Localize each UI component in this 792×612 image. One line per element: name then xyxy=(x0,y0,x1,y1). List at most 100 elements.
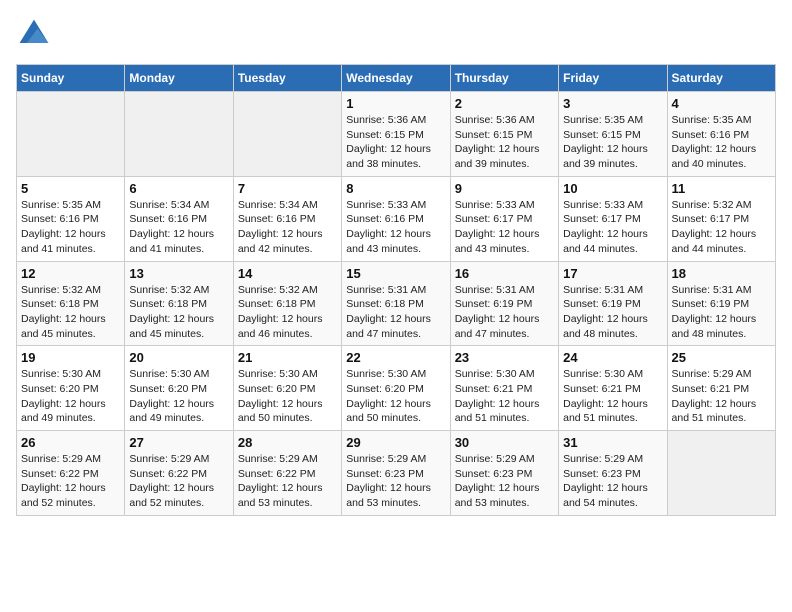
calendar-cell: 23 Sunrise: 5:30 AM Sunset: 6:21 PM Dayli… xyxy=(450,346,558,431)
day-of-week-header: Wednesday xyxy=(342,65,450,92)
day-detail: Sunrise: 5:35 AM Sunset: 6:16 PM Dayligh… xyxy=(672,113,771,172)
calendar-cell: 18 Sunrise: 5:31 AM Sunset: 6:19 PM Dayli… xyxy=(667,261,775,346)
calendar-week-row: 19 Sunrise: 5:30 AM Sunset: 6:20 PM Dayli… xyxy=(17,346,776,431)
day-detail: Sunrise: 5:35 AM Sunset: 6:16 PM Dayligh… xyxy=(21,198,120,257)
calendar-cell: 31 Sunrise: 5:29 AM Sunset: 6:23 PM Dayli… xyxy=(559,431,667,516)
day-detail: Sunrise: 5:30 AM Sunset: 6:20 PM Dayligh… xyxy=(129,367,228,426)
day-number: 29 xyxy=(346,435,445,450)
day-detail: Sunrise: 5:33 AM Sunset: 6:17 PM Dayligh… xyxy=(455,198,554,257)
day-number: 13 xyxy=(129,266,228,281)
day-of-week-header: Monday xyxy=(125,65,233,92)
day-number: 30 xyxy=(455,435,554,450)
calendar-cell: 20 Sunrise: 5:30 AM Sunset: 6:20 PM Dayli… xyxy=(125,346,233,431)
day-number: 2 xyxy=(455,96,554,111)
day-number: 18 xyxy=(672,266,771,281)
calendar-week-row: 26 Sunrise: 5:29 AM Sunset: 6:22 PM Dayli… xyxy=(17,431,776,516)
day-detail: Sunrise: 5:30 AM Sunset: 6:20 PM Dayligh… xyxy=(346,367,445,426)
day-detail: Sunrise: 5:30 AM Sunset: 6:20 PM Dayligh… xyxy=(238,367,337,426)
day-number: 19 xyxy=(21,350,120,365)
day-number: 17 xyxy=(563,266,662,281)
day-number: 8 xyxy=(346,181,445,196)
day-detail: Sunrise: 5:29 AM Sunset: 6:22 PM Dayligh… xyxy=(129,452,228,511)
day-number: 1 xyxy=(346,96,445,111)
calendar-cell: 7Sunrise: 5:34 AM Sunset: 6:16 PM Daylig… xyxy=(233,176,341,261)
calendar-cell: 3 Sunrise: 5:35 AM Sunset: 6:15 PM Daylig… xyxy=(559,92,667,177)
day-number: 12 xyxy=(21,266,120,281)
calendar-cell: 27 Sunrise: 5:29 AM Sunset: 6:22 PM Dayli… xyxy=(125,431,233,516)
calendar-cell: 30Sunrise: 5:29 AM Sunset: 6:23 PM Dayli… xyxy=(450,431,558,516)
day-detail: Sunrise: 5:31 AM Sunset: 6:19 PM Dayligh… xyxy=(455,283,554,342)
calendar-cell: 21 Sunrise: 5:30 AM Sunset: 6:20 PM Dayli… xyxy=(233,346,341,431)
calendar-cell: 29Sunrise: 5:29 AM Sunset: 6:23 PM Dayli… xyxy=(342,431,450,516)
calendar-cell: 14 Sunrise: 5:32 AM Sunset: 6:18 PM Dayli… xyxy=(233,261,341,346)
logo-icon xyxy=(16,16,52,52)
day-detail: Sunrise: 5:31 AM Sunset: 6:18 PM Dayligh… xyxy=(346,283,445,342)
day-number: 15 xyxy=(346,266,445,281)
calendar-cell: 24 Sunrise: 5:30 AM Sunset: 6:21 PM Dayli… xyxy=(559,346,667,431)
day-of-week-header: Thursday xyxy=(450,65,558,92)
calendar-cell: 26 Sunrise: 5:29 AM Sunset: 6:22 PM Dayli… xyxy=(17,431,125,516)
day-number: 27 xyxy=(129,435,228,450)
calendar-cell xyxy=(17,92,125,177)
day-header-row: SundayMondayTuesdayWednesdayThursdayFrid… xyxy=(17,65,776,92)
day-number: 10 xyxy=(563,181,662,196)
calendar-cell: 12 Sunrise: 5:32 AM Sunset: 6:18 PM Dayli… xyxy=(17,261,125,346)
day-number: 7 xyxy=(238,181,337,196)
day-of-week-header: Saturday xyxy=(667,65,775,92)
calendar-cell: 25 Sunrise: 5:29 AM Sunset: 6:21 PM Dayli… xyxy=(667,346,775,431)
calendar-cell: 1 Sunrise: 5:36 AM Sunset: 6:15 PM Daylig… xyxy=(342,92,450,177)
calendar-cell: 10 Sunrise: 5:33 AM Sunset: 6:17 PM Dayli… xyxy=(559,176,667,261)
day-detail: Sunrise: 5:29 AM Sunset: 6:22 PM Dayligh… xyxy=(238,452,337,511)
day-detail: Sunrise: 5:32 AM Sunset: 6:18 PM Dayligh… xyxy=(21,283,120,342)
calendar-week-row: 12 Sunrise: 5:32 AM Sunset: 6:18 PM Dayli… xyxy=(17,261,776,346)
calendar-cell: 15 Sunrise: 5:31 AM Sunset: 6:18 PM Dayli… xyxy=(342,261,450,346)
calendar-cell: 16 Sunrise: 5:31 AM Sunset: 6:19 PM Dayli… xyxy=(450,261,558,346)
calendar-cell: 2Sunrise: 5:36 AM Sunset: 6:15 PM Daylig… xyxy=(450,92,558,177)
day-number: 6 xyxy=(129,181,228,196)
day-detail: Sunrise: 5:29 AM Sunset: 6:22 PM Dayligh… xyxy=(21,452,120,511)
day-number: 11 xyxy=(672,181,771,196)
day-detail: Sunrise: 5:35 AM Sunset: 6:15 PM Dayligh… xyxy=(563,113,662,172)
page-header xyxy=(16,16,776,52)
calendar-cell: 17Sunrise: 5:31 AM Sunset: 6:19 PM Dayli… xyxy=(559,261,667,346)
day-number: 26 xyxy=(21,435,120,450)
calendar-cell: 8 Sunrise: 5:33 AM Sunset: 6:16 PM Daylig… xyxy=(342,176,450,261)
calendar-table: SundayMondayTuesdayWednesdayThursdayFrid… xyxy=(16,64,776,516)
day-number: 16 xyxy=(455,266,554,281)
day-detail: Sunrise: 5:34 AM Sunset: 6:16 PM Dayligh… xyxy=(129,198,228,257)
day-of-week-header: Friday xyxy=(559,65,667,92)
day-number: 5 xyxy=(21,181,120,196)
day-detail: Sunrise: 5:31 AM Sunset: 6:19 PM Dayligh… xyxy=(672,283,771,342)
day-number: 20 xyxy=(129,350,228,365)
day-number: 21 xyxy=(238,350,337,365)
day-detail: Sunrise: 5:36 AM Sunset: 6:15 PM Dayligh… xyxy=(346,113,445,172)
calendar-cell: 6 Sunrise: 5:34 AM Sunset: 6:16 PM Daylig… xyxy=(125,176,233,261)
calendar-cell xyxy=(233,92,341,177)
day-detail: Sunrise: 5:32 AM Sunset: 6:17 PM Dayligh… xyxy=(672,198,771,257)
day-detail: Sunrise: 5:33 AM Sunset: 6:16 PM Dayligh… xyxy=(346,198,445,257)
day-detail: Sunrise: 5:29 AM Sunset: 6:23 PM Dayligh… xyxy=(563,452,662,511)
calendar-cell: 5 Sunrise: 5:35 AM Sunset: 6:16 PM Daylig… xyxy=(17,176,125,261)
day-number: 14 xyxy=(238,266,337,281)
calendar-cell: 11 Sunrise: 5:32 AM Sunset: 6:17 PM Dayli… xyxy=(667,176,775,261)
day-detail: Sunrise: 5:30 AM Sunset: 6:21 PM Dayligh… xyxy=(455,367,554,426)
calendar-cell: 28Sunrise: 5:29 AM Sunset: 6:22 PM Dayli… xyxy=(233,431,341,516)
calendar-cell xyxy=(125,92,233,177)
day-number: 3 xyxy=(563,96,662,111)
calendar-cell: 22Sunrise: 5:30 AM Sunset: 6:20 PM Dayli… xyxy=(342,346,450,431)
day-number: 31 xyxy=(563,435,662,450)
day-number: 23 xyxy=(455,350,554,365)
calendar-cell xyxy=(667,431,775,516)
day-detail: Sunrise: 5:30 AM Sunset: 6:21 PM Dayligh… xyxy=(563,367,662,426)
day-number: 9 xyxy=(455,181,554,196)
calendar-cell: 9 Sunrise: 5:33 AM Sunset: 6:17 PM Daylig… xyxy=(450,176,558,261)
day-detail: Sunrise: 5:29 AM Sunset: 6:21 PM Dayligh… xyxy=(672,367,771,426)
day-detail: Sunrise: 5:33 AM Sunset: 6:17 PM Dayligh… xyxy=(563,198,662,257)
day-detail: Sunrise: 5:30 AM Sunset: 6:20 PM Dayligh… xyxy=(21,367,120,426)
calendar-week-row: 1 Sunrise: 5:36 AM Sunset: 6:15 PM Daylig… xyxy=(17,92,776,177)
day-number: 25 xyxy=(672,350,771,365)
calendar-cell: 4Sunrise: 5:35 AM Sunset: 6:16 PM Daylig… xyxy=(667,92,775,177)
day-detail: Sunrise: 5:32 AM Sunset: 6:18 PM Dayligh… xyxy=(238,283,337,342)
day-number: 24 xyxy=(563,350,662,365)
logo xyxy=(16,16,56,52)
